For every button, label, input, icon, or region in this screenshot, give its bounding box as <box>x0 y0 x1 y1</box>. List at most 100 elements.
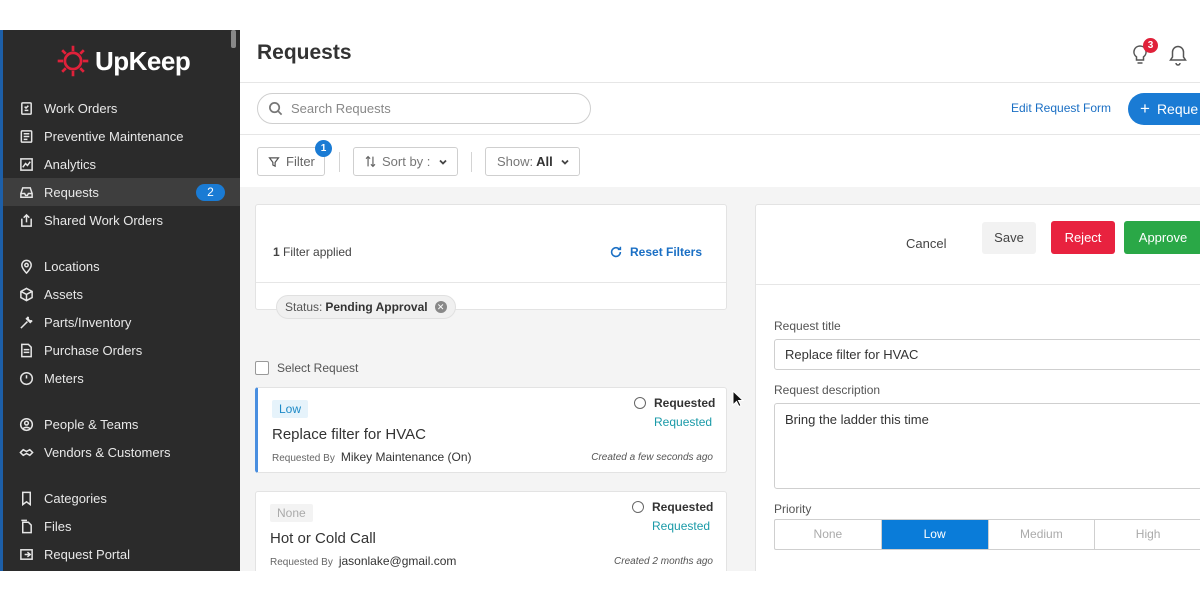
sidebar-item-files[interactable]: Files <box>3 512 240 540</box>
bookmark-icon <box>17 489 35 507</box>
portal-icon <box>17 545 35 563</box>
request-card[interactable]: Low Replace filter for HVAC Requested By… <box>255 387 727 473</box>
people-icon <box>17 415 35 433</box>
search-input[interactable] <box>291 101 571 116</box>
close-icon[interactable]: ✕ <box>434 301 447 313</box>
logo[interactable]: UpKeep <box>55 42 191 80</box>
priority-option-high[interactable]: High <box>1095 520 1200 549</box>
status-label: Requested <box>654 396 716 410</box>
filters-applied-label: Filter applied <box>283 245 352 259</box>
sidebar-item-vendors-customers[interactable]: Vendors & Customers <box>3 438 240 466</box>
sidebar-item-people-teams[interactable]: People & Teams <box>3 410 240 438</box>
show-dropdown[interactable]: Show: All <box>485 147 580 176</box>
sidebar-item-label: People & Teams <box>44 416 139 432</box>
request-card[interactable]: None Hot or Cold Call Requested By jasonl… <box>255 491 727 571</box>
status-radio[interactable]: Requested <box>634 396 715 410</box>
sidebar-item-preventive-maintenance[interactable]: Preventive Maintenance <box>3 122 240 150</box>
select-request[interactable]: Select Request <box>255 361 358 375</box>
radio-icon <box>634 397 646 409</box>
new-request-button[interactable]: + Reque <box>1128 93 1200 125</box>
priority-option-low[interactable]: Low <box>881 520 989 549</box>
toolbar-separator <box>339 152 340 172</box>
filter-button[interactable]: Filter 1 <box>257 140 332 176</box>
requested-by-value: Mikey Maintenance (On) <box>340 450 472 464</box>
save-button[interactable]: Save <box>982 222 1036 254</box>
sidebar-item-label: Analytics <box>44 156 97 172</box>
sidebar-item-purchase-orders[interactable]: Purchase Orders <box>3 336 240 364</box>
sort-arrows-icon <box>365 155 376 168</box>
select-request-label: Select Request <box>277 361 359 375</box>
search-icon <box>269 102 283 116</box>
sidebar-item-analytics[interactable]: Analytics <box>3 150 240 178</box>
sidebar-item-requests[interactable]: Requests 2 <box>3 178 240 206</box>
chip-key: Status: <box>285 300 323 314</box>
request-description-textarea[interactable]: Bring the ladder this time <box>774 403 1200 489</box>
sidebar-item-label: Meters <box>44 370 84 386</box>
calendar-icon <box>17 127 35 145</box>
filters-applied-text: 1 Filter applied <box>273 245 352 259</box>
sidebar-item-label: Request Portal <box>44 546 130 562</box>
sidebar-item-label: Preventive Maintenance <box>44 128 184 144</box>
brand-name: UpKeep <box>95 45 191 76</box>
select-request-checkbox[interactable] <box>255 361 269 375</box>
status-sub: Requested <box>652 519 711 533</box>
approve-button[interactable]: Approve <box>1124 221 1200 254</box>
radio-icon <box>632 501 644 513</box>
sidebar-item-assets[interactable]: Assets <box>3 280 240 308</box>
sort-dropdown[interactable]: Sort by : <box>353 147 458 176</box>
search-box[interactable] <box>257 93 591 124</box>
filters-applied-count: 1 <box>273 245 280 259</box>
sidebar-item-label: Categories <box>44 490 107 506</box>
content-area: 1 Filter applied Reset Filters Status: P… <box>240 187 1200 571</box>
sidebar-item-locations[interactable]: Locations <box>3 252 240 280</box>
request-title-input[interactable]: Replace filter for HVAC <box>774 339 1200 370</box>
toolbar-separator <box>471 152 472 172</box>
new-request-label: Reque <box>1156 101 1199 117</box>
requested-by: Requested By jasonlake@gmail.com <box>270 554 456 568</box>
chart-icon <box>17 155 35 173</box>
edit-request-form-link[interactable]: Edit Request Form <box>1011 101 1111 115</box>
requested-by: Requested By Mikey Maintenance (On) <box>272 450 472 464</box>
sidebar-item-label: Requests <box>44 184 99 200</box>
document-icon <box>17 341 35 359</box>
refresh-icon <box>610 246 622 258</box>
created-time: Created a few seconds ago <box>591 452 713 463</box>
request-title-label: Request title <box>774 319 841 333</box>
page-title: Requests <box>257 41 352 64</box>
filter-label: Filter <box>286 154 315 169</box>
reject-button[interactable]: Reject <box>1051 221 1115 254</box>
lightbulb-button[interactable]: 3 <box>1130 38 1158 66</box>
funnel-icon <box>268 156 280 167</box>
main-panel: Requests 3 Edit Request Form + Reque Fil… <box>240 30 1200 571</box>
location-pin-icon <box>17 257 35 275</box>
sidebar-item-meters[interactable]: Meters <box>3 364 240 392</box>
sidebar-item-categories[interactable]: Categories <box>3 484 240 512</box>
sidebar-item-parts-inventory[interactable]: Parts/Inventory <box>3 308 240 336</box>
filter-count-badge: 1 <box>315 140 332 157</box>
priority-option-none[interactable]: None <box>775 520 882 549</box>
bell-icon <box>1169 45 1187 66</box>
request-detail-panel: Cancel Save Reject Approve Request title… <box>755 204 1200 571</box>
sidebar-item-shared-work-orders[interactable]: Shared Work Orders <box>3 206 240 234</box>
wrench-icon <box>17 313 35 331</box>
sidebar-scrollbar[interactable] <box>231 30 236 48</box>
sidebar-item-label: Assets <box>44 286 84 302</box>
gauge-icon <box>17 369 35 387</box>
request-description-label: Request description <box>774 383 881 397</box>
plus-icon: + <box>1140 99 1150 118</box>
notifications-button[interactable] <box>1168 44 1190 66</box>
vendors-icon <box>17 443 35 461</box>
chevron-down-icon <box>439 159 447 165</box>
filters-card: 1 Filter applied Reset Filters Status: P… <box>255 204 727 319</box>
status-radio[interactable]: Requested <box>632 500 713 514</box>
priority-option-medium[interactable]: Medium <box>989 520 1096 549</box>
sidebar-item-request-portal[interactable]: Request Portal <box>3 540 240 568</box>
cancel-button[interactable]: Cancel <box>906 236 946 251</box>
status-filter-chip[interactable]: Status: Pending Approval ✕ <box>276 295 456 319</box>
sidebar-item-label: Shared Work Orders <box>44 212 163 228</box>
notification-count-badge: 3 <box>1143 38 1158 53</box>
sidebar-item-label: Files <box>44 518 72 534</box>
reset-filters-button[interactable]: Reset Filters <box>609 245 702 259</box>
request-title: Replace filter for HVAC <box>272 426 426 443</box>
sidebar-item-work-orders[interactable]: Work Orders <box>3 94 240 122</box>
